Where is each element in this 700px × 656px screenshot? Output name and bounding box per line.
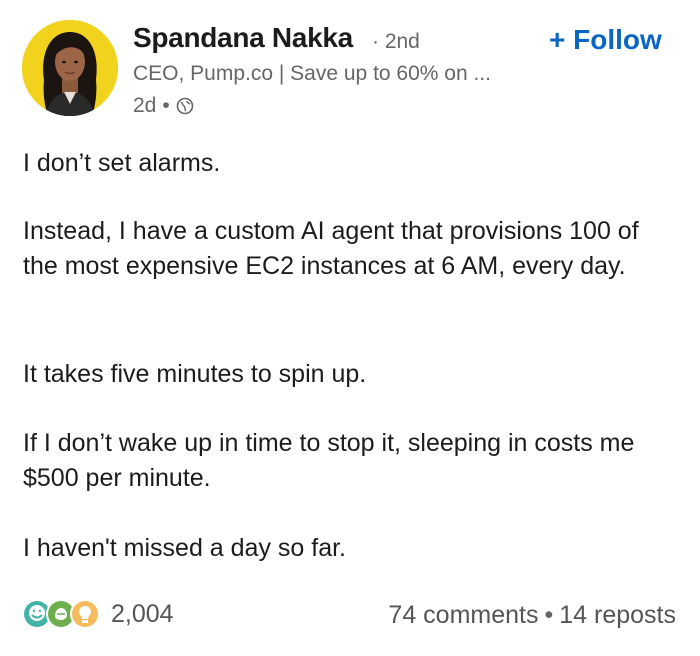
comments-link[interactable]: 74 comments [388,601,538,630]
post-paragraph: It takes five minutes to spin up. [23,360,367,388]
post-meta: 2d • [133,94,194,118]
globe-icon [176,97,194,115]
connection-degree: · 2nd [372,30,420,53]
reaction-icons [21,598,100,630]
avatar[interactable] [22,20,118,116]
author-name[interactable]: Spandana Nakka [133,22,353,54]
reaction-count: 2,004 [111,599,174,628]
post-paragraph: I don’t set alarms. [23,149,221,177]
footer-separator: • [544,601,554,629]
meta-separator: • [162,94,170,117]
reposts-link[interactable]: 14 reposts [559,601,676,630]
post-time: 2d [133,94,157,117]
post-paragraph: I haven't missed a day so far. [23,534,346,562]
insightful-icon [70,599,100,629]
author-headline: CEO, Pump.co | Save up to 60% on ... [133,62,491,85]
follow-button[interactable]: + Follow [549,24,662,56]
post-paragraph: Instead, I have a custom AI agent that p… [23,217,639,280]
reactions-summary[interactable]: 2,004 [21,598,174,630]
profile-photo [22,20,118,116]
linkedin-post: Spandana Nakka · 2nd CEO, Pump.co | Save… [0,0,700,656]
engagement-summary: 74 comments • 14 reposts [388,601,676,630]
post-paragraph: If I don’t wake up in time to stop it, s… [23,429,635,492]
